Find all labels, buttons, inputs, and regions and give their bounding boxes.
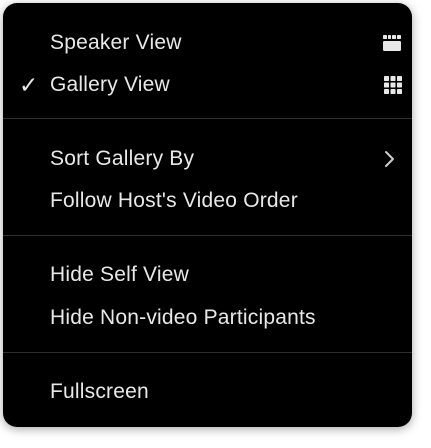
menu-item-label: Hide Non-video Participants [50, 306, 316, 329]
view-menu: Speaker View ✓ Gallery View Sort Gallery… [3, 3, 412, 427]
menu-item-label: Hide Self View [50, 263, 189, 286]
menu-item-label: Speaker View [50, 31, 182, 54]
menu-item-gallery-view[interactable]: ✓ Gallery View [3, 65, 412, 105]
gallery-view-icon [384, 76, 402, 94]
menu-item-sort-gallery-by[interactable]: Sort Gallery By [3, 139, 412, 179]
menu-divider [3, 352, 412, 353]
menu-item-fullscreen[interactable]: Fullscreen [3, 372, 412, 412]
menu-item-follow-host-video-order[interactable]: Follow Host's Video Order [3, 181, 412, 221]
menu-divider [3, 118, 412, 119]
speaker-view-icon [383, 35, 401, 51]
checkmark-icon: ✓ [19, 72, 39, 98]
menu-item-hide-non-video-participants[interactable]: Hide Non-video Participants [3, 298, 412, 338]
menu-item-label: Follow Host's Video Order [50, 189, 298, 212]
menu-divider [3, 235, 412, 236]
chevron-right-icon [385, 151, 394, 167]
menu-item-label: Sort Gallery By [50, 147, 195, 170]
menu-item-hide-self-view[interactable]: Hide Self View [3, 255, 412, 295]
menu-item-label: Gallery View [50, 73, 170, 96]
menu-item-speaker-view[interactable]: Speaker View [3, 23, 412, 63]
menu-item-label: Fullscreen [50, 380, 149, 403]
